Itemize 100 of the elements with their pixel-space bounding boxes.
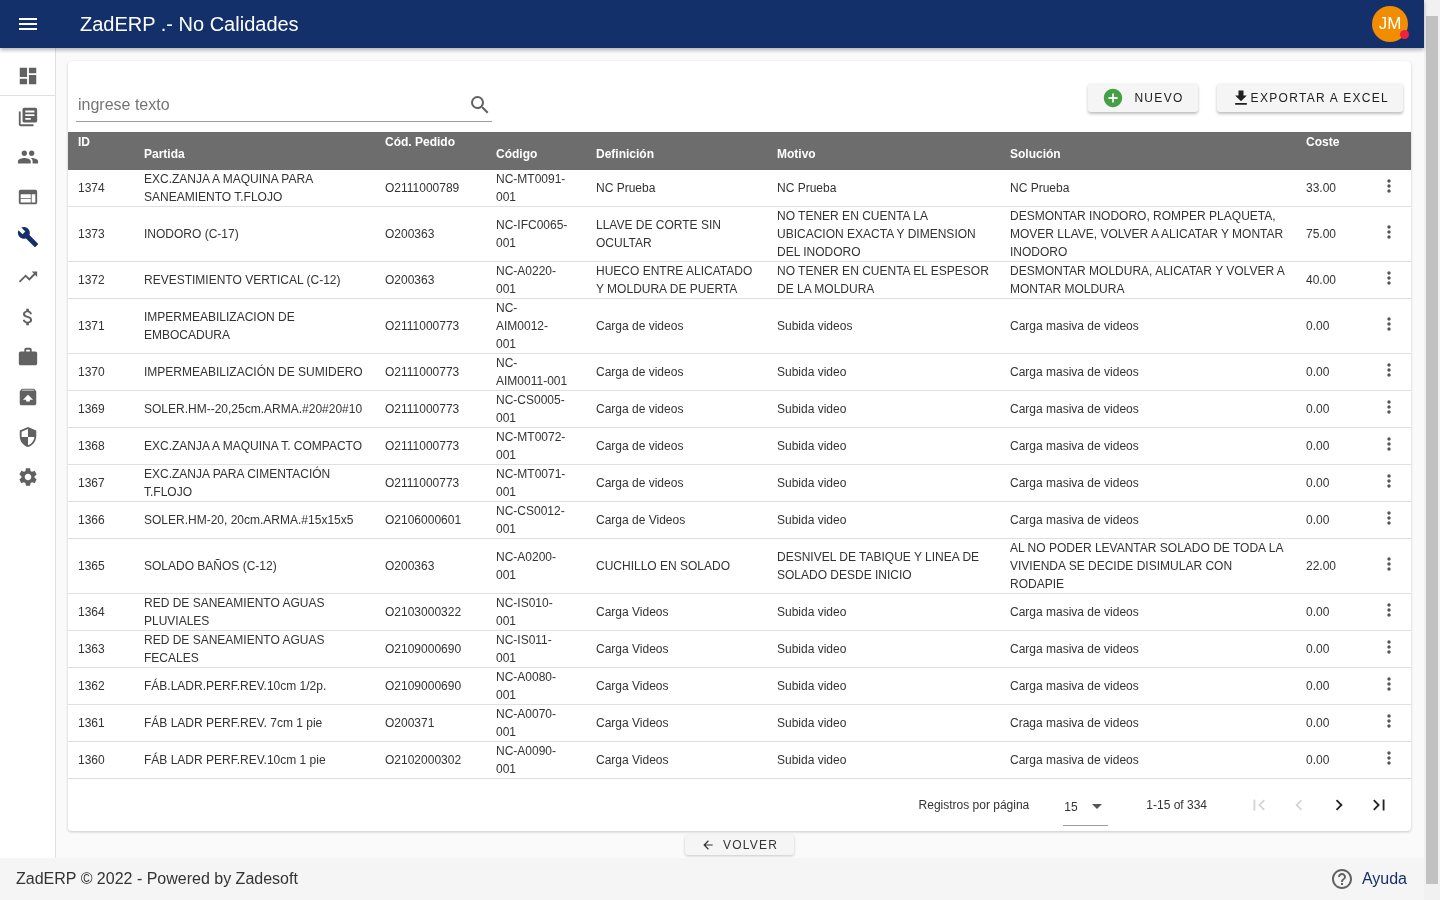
table-cell: O2111000773 [375,390,486,428]
table-cell: DESMONTAR INODORO, ROMPER PLAQUETA, MOVER LLAVE, VOLVER A ALICATAR Y MONTAR INODORO [1000,206,1296,262]
table-cell: Carga de videos [586,298,767,354]
table-cell: NC-IS010-001 [486,593,586,631]
page-range: 1-15 of 334 [1146,798,1207,812]
table-cell: NC-CS0005-001 [486,390,586,428]
column-header: Coste [1296,132,1366,170]
back-button[interactable]: VOLVER [685,835,794,855]
column-header: Partida [134,132,375,170]
table-cell: 1361 [68,704,134,742]
table-cell: Carga masiva de videos [1000,390,1296,428]
table-cell: 1365 [68,538,134,594]
table-cell: O2102000302 [375,741,486,779]
back-arrow-icon [701,838,715,852]
table-cell: Carga Videos [586,704,767,742]
table-cell: O2103000322 [375,593,486,631]
table-cell: Carga masiva de videos [1000,353,1296,391]
table-cell: 1373 [68,206,134,262]
table-cell: NC-IS011-001 [486,630,586,668]
table-cell: Carga masiva de videos [1000,667,1296,705]
table-cell: Subida video [767,353,1000,391]
rows-per-page-label: Registros por página [918,798,1030,812]
scrollbar[interactable] [1424,0,1440,900]
table-cell: NC-A0080-001 [486,667,586,705]
table-cell: 1363 [68,630,134,668]
table-cell: SOLER.HM--20,25cm.ARMA.#20#20#10 [134,390,375,428]
table-cell: Carga masiva de videos [1000,630,1296,668]
table-cell: O2111000773 [375,464,486,502]
table-cell: O2111000773 [375,353,486,391]
column-header: Motivo [767,132,1000,170]
table-cell: Carga de videos [586,427,767,465]
table-cell: NC-MT0071-001 [486,464,586,502]
table-cell: AL NO PODER LEVANTAR SOLADO DE TODA LA VIVIENDA SE DECIDE DISIMULAR CON RODAPIE [1000,538,1296,594]
table-cell: NO TENER EN CUENTA LA UBICACION EXACTA Y DIMENSION DEL INODORO [767,206,1000,262]
table-cell: FÁB LADR PERF.REV.10cm 1 pie [134,741,375,779]
table-cell: SOLER.HM-20, 20cm.ARMA.#15x15x5 [134,501,375,539]
table-cell: 0.00 [1296,704,1366,742]
column-header: Solución [1000,132,1296,170]
table-cell: Subida video [767,390,1000,428]
table-cell: HUECO ENTRE ALICATADO Y MOLDURA DE PUERTA [586,261,767,299]
table-cell: 0.00 [1296,501,1366,539]
table-cell: O2111000789 [375,170,486,207]
table-cell: EXC.ZANJA A MAQUINA PARA SANEAMIENTO T.FLOJO [134,170,375,207]
table-cell: Subida video [767,630,1000,668]
table-cell: 0.00 [1296,298,1366,354]
column-header: Código [486,132,586,170]
table-cell: 0.00 [1296,353,1366,391]
table-cell: 1369 [68,390,134,428]
table-cell: Carga de Videos [586,501,767,539]
table-cell: NC-A0090-001 [486,741,586,779]
table-cell: 1370 [68,353,134,391]
table-cell: 0.00 [1296,390,1366,428]
table-cell: NC-AIM0011-001 [486,353,586,391]
table-cell: 22.00 [1296,538,1366,594]
table-cell: 0.00 [1296,667,1366,705]
table-cell: IMPERMEABILIZACION DE EMBOCADURA [134,298,375,354]
export-button[interactable]: EXPORTAR A EXCEL [1216,83,1403,112]
rows-per-page-select[interactable]: 15 [1063,798,1109,826]
table-cell: Carga Videos [586,630,767,668]
add-icon [1102,86,1125,109]
table-cell: O2109000690 [375,667,486,705]
search-field[interactable]: ingrese texto [76,94,468,115]
table-cell: DESMONTAR MOLDURA, ALICATAR Y VOLVER A MONTAR MOLDURA [1000,261,1296,299]
table-cell: LLAVE DE CORTE SIN OCULTAR [586,206,767,262]
help-icon [1329,867,1354,891]
table-cell: O2109000690 [375,630,486,668]
table-cell: NC-IFC0065-001 [486,206,586,262]
table-cell: Subida video [767,704,1000,742]
column-header: Cód. Pedido [375,132,486,170]
table-cell: Carga Videos [586,741,767,779]
table-cell: Carga Videos [586,667,767,705]
table-cell: 0.00 [1296,593,1366,631]
table-cell: IMPERMEABILIZACIÓN DE SUMIDERO [134,353,375,391]
table-cell: Carga masiva de videos [1000,464,1296,502]
table-cell: Carga masiva de videos [1000,593,1296,631]
column-header: ID [68,132,134,170]
new-button[interactable]: NUEVO [1088,83,1198,112]
table-cell: 1374 [68,170,134,207]
table-cell: O200363 [375,206,486,262]
table-cell: FÁB LADR PERF.REV. 7cm 1 pie [134,704,375,742]
dropdown-arrow-icon [1092,804,1103,809]
table-cell: 1360 [68,741,134,779]
help-link[interactable]: Ayuda [1329,867,1407,891]
table-cell: Carga de videos [586,464,767,502]
table-cell: Subida video [767,501,1000,539]
table-cell: 33.00 [1296,170,1366,207]
table-cell: NC-MT0091-001 [486,170,586,207]
footer-text: ZadERP © 2022 - Powered by Zadesoft [16,870,299,888]
table-cell: Subida video [767,464,1000,502]
table-cell: O200363 [375,538,486,594]
table-cell: 1364 [68,593,134,631]
table-cell: O200363 [375,261,486,299]
table-cell: 0.00 [1296,464,1366,502]
table-cell: SOLADO BAÑOS (C-12) [134,538,375,594]
table-cell: NC Prueba [1000,170,1296,207]
table-cell: INODORO (C-17) [134,206,375,262]
table-cell: O2106000601 [375,501,486,539]
table-cell: O2111000773 [375,427,486,465]
table-cell: RED DE SANEAMIENTO AGUAS FECALES [134,630,375,668]
table-cell: Subida video [767,593,1000,631]
